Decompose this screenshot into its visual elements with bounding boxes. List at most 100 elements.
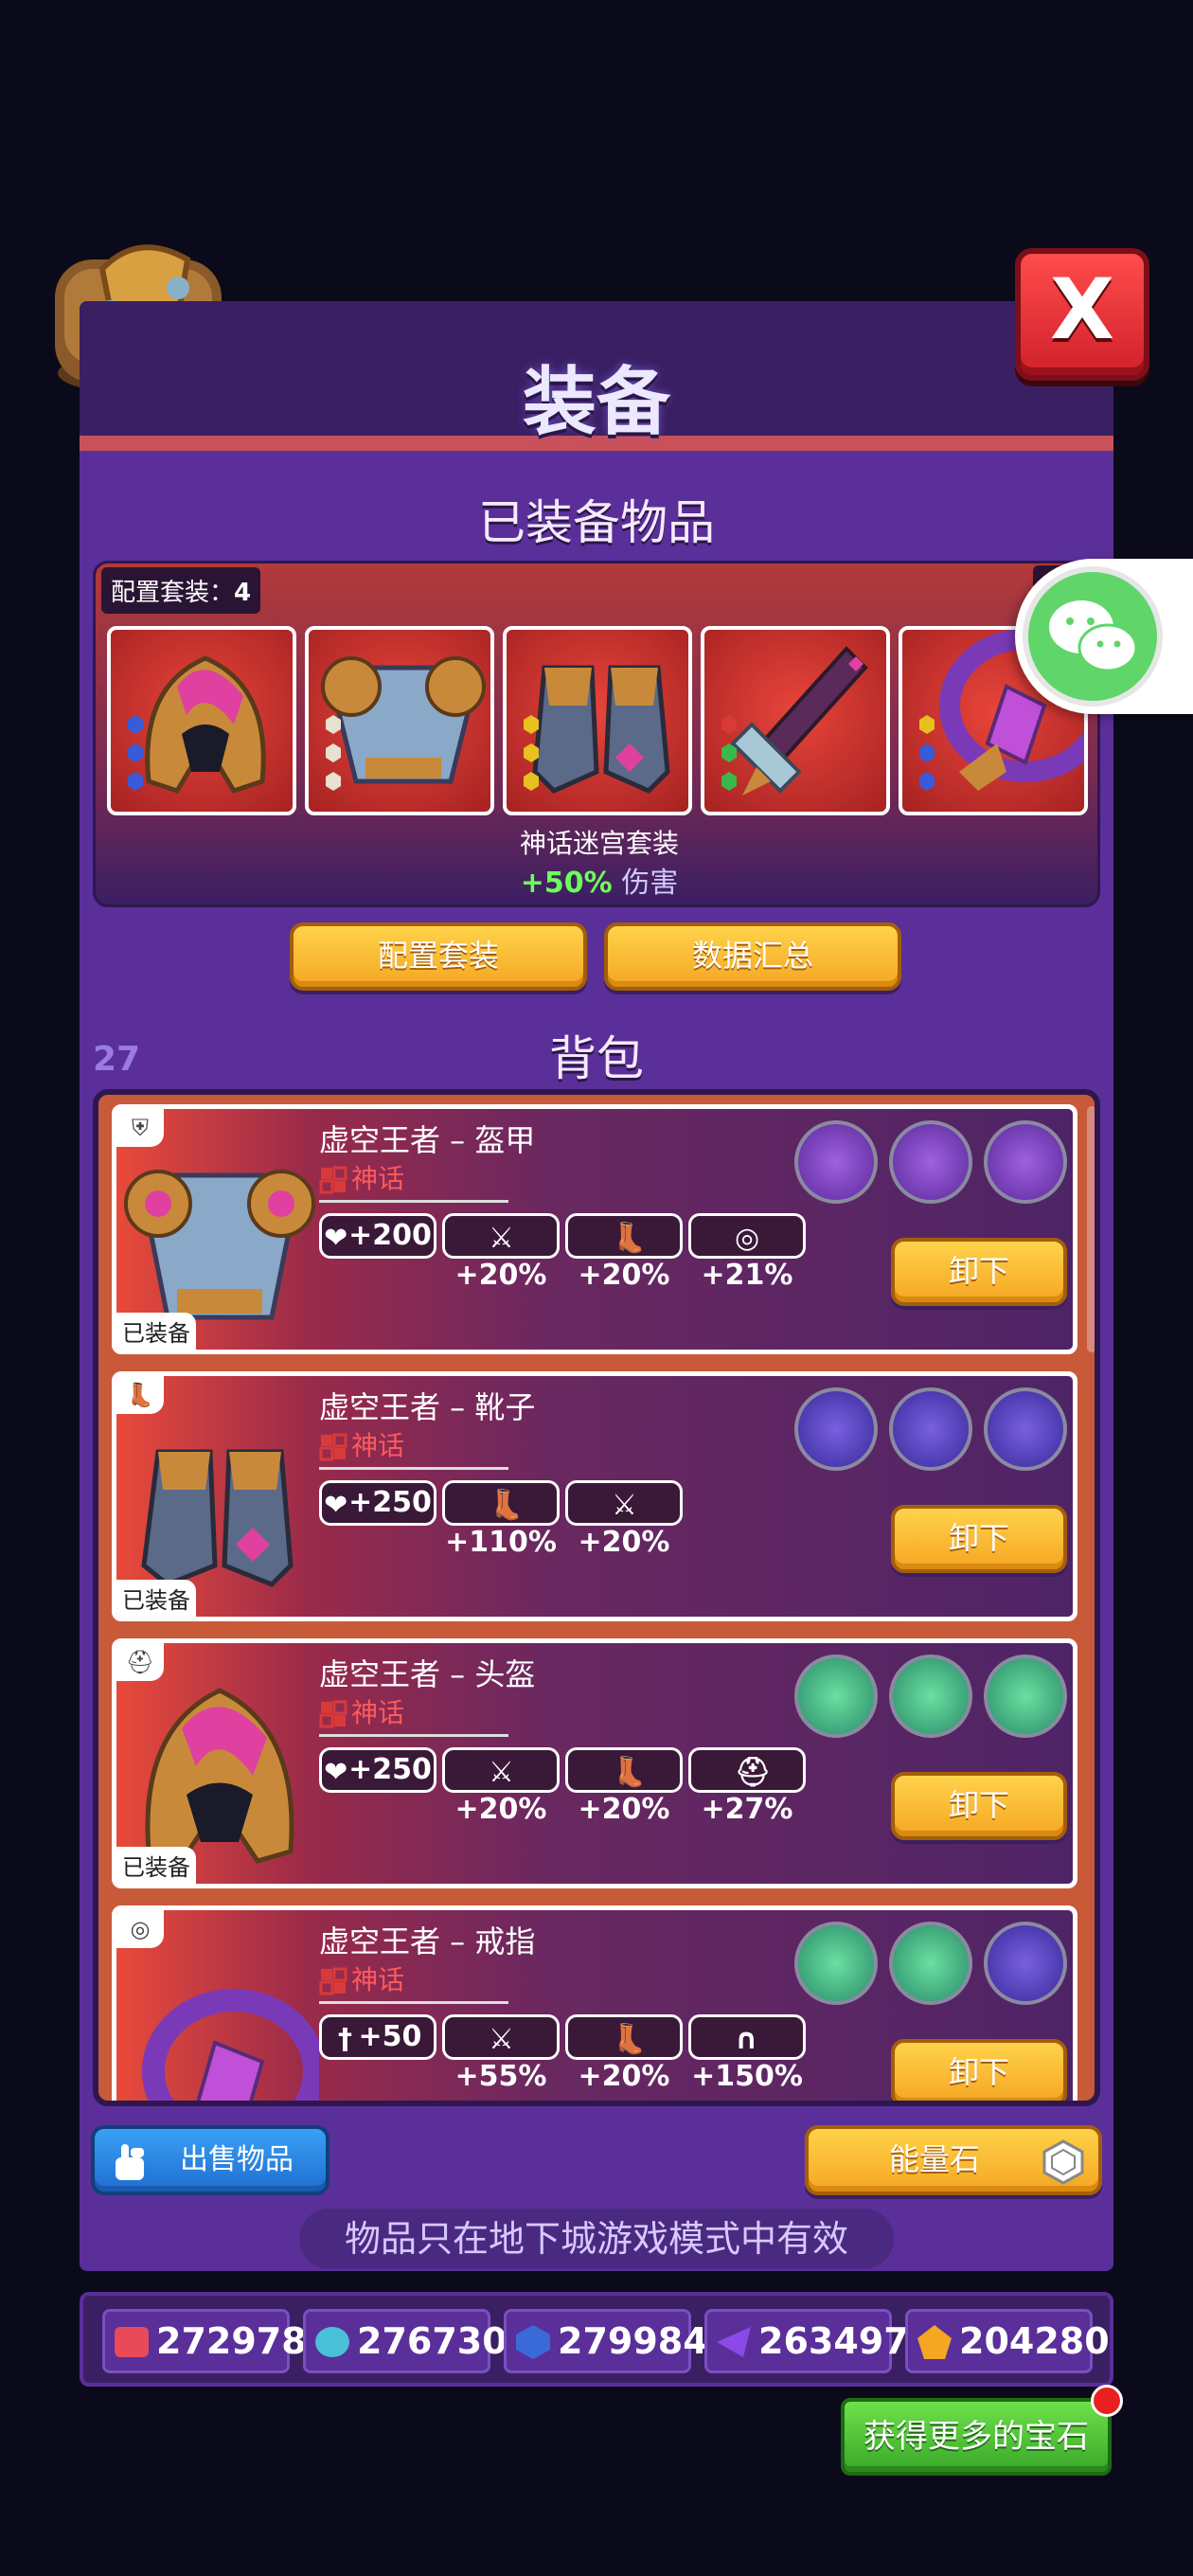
currency-purple-gem: 263497 xyxy=(704,2309,909,2373)
set-name: 神话迷宫套装 xyxy=(519,828,679,859)
item-name: 虚空王者 – 戒指 xyxy=(319,1923,536,1959)
stat-attack: ⚔+20% xyxy=(565,1480,683,1559)
set-bonus: +50% 伤害 xyxy=(520,867,679,900)
stat-attack: ⚔+55% xyxy=(442,2014,560,2093)
dagger-icon: † xyxy=(338,2023,353,2056)
item-rarity: 神话 xyxy=(319,1959,509,2004)
unequip-button[interactable]: 卸下 xyxy=(891,1238,1067,1306)
item-name: 虚空王者 – 盔甲 xyxy=(319,1122,536,1158)
stat-speed: 👢+20% xyxy=(565,1747,683,1826)
currency-bar: 272978 276730 279984 263497 204280 xyxy=(80,2292,1113,2387)
heart-icon: ❤ xyxy=(324,1489,348,1522)
item-rarity: 神话 xyxy=(319,1425,509,1470)
mythic-icon xyxy=(319,1433,347,1461)
list-item-armor[interactable]: ⛨ 已装备 虚空王者 – 盔甲 神话 ❤+200 ⚔+20% 👢+20% ◎+2… xyxy=(112,1104,1077,1354)
backpack-section-title: 背包 xyxy=(549,1031,644,1086)
equipped-section-title: 已装备物品 xyxy=(478,495,715,550)
spiral-icon: ◎ xyxy=(735,1222,760,1255)
stat-dagger: † +50 xyxy=(319,2014,436,2060)
currency-red-gem: 272978 xyxy=(102,2309,307,2373)
purple-gem-icon xyxy=(717,2327,751,2357)
stat-magnet: ∩+150% xyxy=(688,2014,806,2093)
equipped-tag: 已装备 xyxy=(116,1847,196,1884)
stat-armor: ⛑+27% xyxy=(688,1747,806,1826)
boot-icon xyxy=(524,665,670,794)
armor-icon xyxy=(321,656,486,791)
wechat-share-button[interactable] xyxy=(1015,559,1193,714)
stat-attack: ⚔+20% xyxy=(442,1213,560,1292)
item-name: 虚空王者 – 头盔 xyxy=(319,1656,536,1692)
stat-health: ❤+200 xyxy=(319,1213,436,1259)
notification-dot xyxy=(1091,2385,1123,2417)
unequip-button[interactable]: 卸下 xyxy=(891,1772,1067,1840)
mythic-icon xyxy=(319,1166,347,1194)
gem-slot[interactable] xyxy=(889,1387,972,1471)
stat-health: ❤+250 xyxy=(319,1480,436,1526)
equip-slot-helmet[interactable] xyxy=(107,626,296,815)
item-rarity: 神话 xyxy=(319,1158,509,1203)
set-count: 配置套装：4 xyxy=(101,567,261,614)
gem-slot[interactable] xyxy=(794,1387,878,1471)
notice-banner: 物品只在地下城游戏模式中有效 xyxy=(299,2209,894,2269)
equip-slot-sword[interactable] xyxy=(701,626,890,815)
red-gem-icon xyxy=(115,2327,149,2357)
boot-type-icon: 👢 xyxy=(116,1376,164,1414)
boot-stat-icon: 👢 xyxy=(612,2023,648,2056)
list-item-ring[interactable]: ◎ 虚空王者 – 戒指 神话 † +50 ⚔+55% 👢+20% ∩+150% 卸… xyxy=(112,1905,1077,2101)
gem-slot[interactable] xyxy=(984,1922,1067,2005)
page-title: 装备 xyxy=(522,360,670,445)
currency-orange-gem: 204280 xyxy=(905,2309,1110,2373)
gem-slot[interactable] xyxy=(984,1387,1067,1471)
ring-type-icon: ◎ xyxy=(116,1910,164,1948)
gem-slot[interactable] xyxy=(794,1655,878,1738)
currency-blue-gem: 279984 xyxy=(504,2309,708,2373)
equip-slot-boots[interactable] xyxy=(503,626,692,815)
gem-slot[interactable] xyxy=(889,1655,972,1738)
gem-slot[interactable] xyxy=(984,1120,1067,1204)
helmet-icon xyxy=(128,655,266,795)
equipped-tag: 已装备 xyxy=(116,1580,196,1617)
ring-icon xyxy=(142,1989,319,2101)
get-more-gems-button[interactable]: 获得更多的宝石 xyxy=(841,2398,1112,2476)
data-summary-button[interactable]: 数据汇总 xyxy=(604,922,901,991)
stat-attack: ⚔+20% xyxy=(442,1747,560,1826)
stat-health: ❤+250 xyxy=(319,1747,436,1793)
stat-speed: 👢+110% xyxy=(442,1480,560,1559)
backpack-list[interactable]: ⛨ 已装备 虚空王者 – 盔甲 神话 ❤+200 ⚔+20% 👢+20% ◎+2… xyxy=(93,1089,1100,2106)
list-item-helmet[interactable]: ⛑ 已装备 虚空王者 – 头盔 神话 ❤+250 ⚔+20% 👢+20% ⛑+2… xyxy=(112,1638,1077,1888)
heart-icon: ❤ xyxy=(324,1222,348,1255)
equipped-items-box: 配置套装：4 8100 xyxy=(93,561,1100,907)
boot-stat-icon: 👢 xyxy=(612,1756,648,1789)
sword-icon xyxy=(721,646,868,796)
mythic-icon xyxy=(319,1700,347,1728)
gem-slot[interactable] xyxy=(794,1922,878,2005)
equipped-tag: 已装备 xyxy=(116,1313,196,1350)
sword-stat-icon: ⚔ xyxy=(489,1222,514,1255)
energy-stone-button[interactable]: 能量石 xyxy=(805,2125,1102,2195)
boot-stat-icon: 👢 xyxy=(489,1489,525,1522)
gem-slot[interactable] xyxy=(889,1120,972,1204)
scrollbar[interactable] xyxy=(1087,1106,1095,1352)
stat-speed: 👢+20% xyxy=(565,1213,683,1292)
stat-spiral: ◎+21% xyxy=(688,1213,806,1292)
unequip-button[interactable]: 卸下 xyxy=(891,2039,1067,2101)
magnet-icon: ∩ xyxy=(735,2023,758,2056)
sword-stat-icon: ⚔ xyxy=(489,2023,514,2056)
configure-set-button[interactable]: 配置套装 xyxy=(290,922,587,991)
close-button[interactable]: X xyxy=(1015,248,1149,381)
cyan-gem-icon xyxy=(315,2327,349,2357)
sell-items-button[interactable]: 出售物品 xyxy=(91,2125,329,2195)
gem-slot[interactable] xyxy=(889,1922,972,2005)
currency-cyan-gem: 276730 xyxy=(303,2309,507,2373)
wechat-icon xyxy=(1023,566,1163,707)
unequip-button[interactable]: 卸下 xyxy=(891,1505,1067,1573)
helmet-type-icon: ⛑ xyxy=(116,1643,164,1681)
item-rarity: 神话 xyxy=(319,1692,509,1737)
sword-stat-icon: ⚔ xyxy=(612,1489,637,1522)
item-name: 虚空王者 – 靴子 xyxy=(319,1389,536,1425)
equip-slot-armor[interactable] xyxy=(305,626,494,815)
mythic-icon xyxy=(319,1967,347,1995)
gem-slot[interactable] xyxy=(984,1655,1067,1738)
list-item-boots[interactable]: 👢 已装备 虚空王者 – 靴子 神话 ❤+250 👢+110% ⚔+20% 卸下 xyxy=(112,1371,1077,1621)
gem-slot[interactable] xyxy=(794,1120,878,1204)
